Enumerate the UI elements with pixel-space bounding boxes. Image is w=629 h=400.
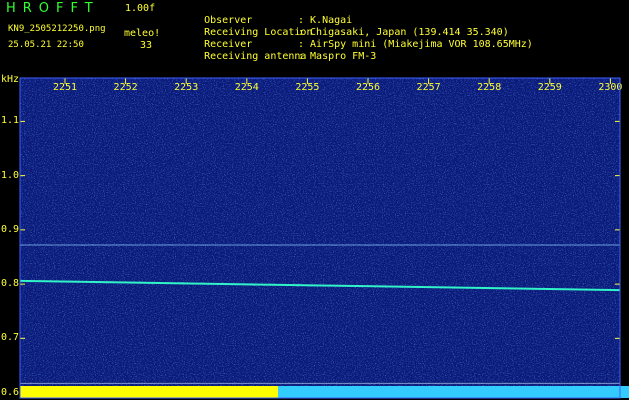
x-tick-label: 2300 (598, 82, 622, 93)
y-tick-label: 1.0 (1, 169, 20, 181)
x-tick-label: 2259 (538, 82, 562, 93)
y-tick-label: 0.9 (1, 223, 20, 235)
y-tick-label: 0.6 (1, 386, 20, 398)
x-tick-label: 2255 (295, 82, 319, 93)
x-tick-label: 2253 (174, 82, 198, 93)
hrofft-window: HROFFT 1.00f KN9_2505212250.png meleo! 2… (0, 0, 629, 400)
bottom-bar-yellow (20, 386, 278, 398)
y-tick-label: 0.8 (1, 278, 20, 290)
x-tick-label: 2256 (356, 82, 380, 93)
spectrogram-chart: 2251 2252 2253 2254 2255 2256 2257 2258 2259 2300 (19, 77, 629, 399)
x-tick-label: 2252 (114, 82, 138, 93)
bottom-bar-cyan (278, 386, 629, 398)
noise-texture (20, 78, 620, 398)
x-tick-label: 2258 (477, 82, 501, 93)
y-tick-label: 0.7 (1, 332, 20, 344)
x-tick-label: 2257 (417, 82, 441, 93)
x-tick-label: 2254 (235, 82, 259, 93)
x-tick-label: 2251 (53, 82, 77, 93)
y-tick-label: 1.1 (1, 115, 20, 127)
